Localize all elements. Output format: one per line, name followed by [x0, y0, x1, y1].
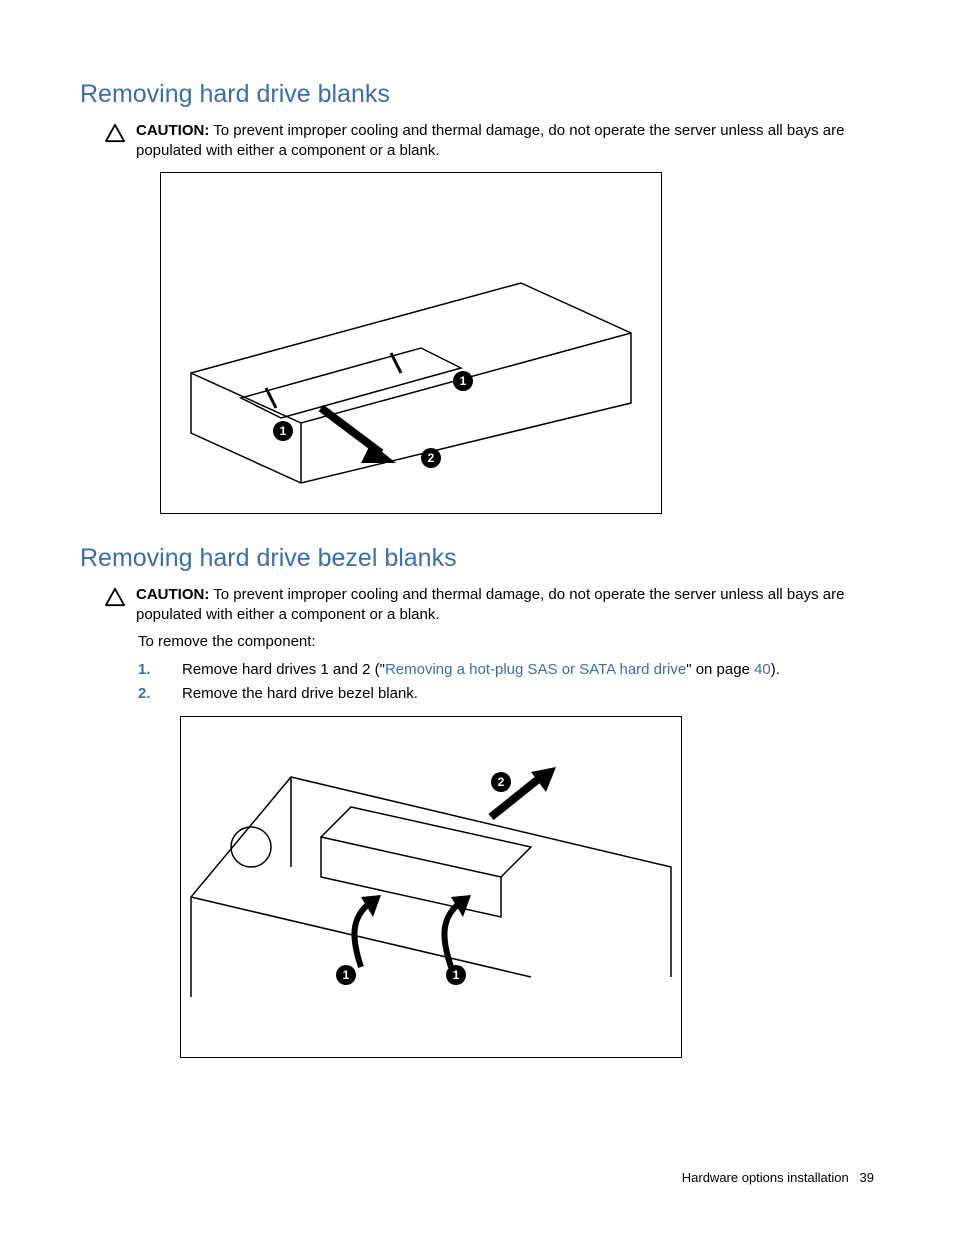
caution-icon [104, 585, 126, 613]
callout-1b: 1 [453, 371, 473, 391]
server-illustration-2 [181, 717, 681, 1057]
intro-text: To remove the component: [138, 633, 874, 650]
figure-remove-bezel-blanks: 1 1 2 [180, 716, 682, 1058]
xref-page[interactable]: 40 [754, 661, 771, 678]
step-text: Remove the hard drive bezel blank. [182, 685, 418, 702]
caution-block-2: CAUTION: To prevent improper cooling and… [104, 585, 874, 626]
step-text-mid: " on page [686, 661, 754, 678]
caution-text-2: CAUTION: To prevent improper cooling and… [126, 585, 874, 626]
callout-2: 2 [421, 448, 441, 468]
callout-1a: 1 [336, 965, 356, 985]
caution-icon [104, 121, 126, 149]
step-1: Remove hard drives 1 and 2 ("Removing a … [138, 658, 874, 682]
callout-2: 2 [491, 772, 511, 792]
page-footer: Hardware options installation 39 [682, 1170, 874, 1185]
steps-list: Remove hard drives 1 and 2 ("Removing a … [138, 658, 874, 706]
caution-text-1: CAUTION: To prevent improper cooling and… [126, 121, 874, 162]
step-text-pre: Remove hard drives 1 and 2 (" [182, 661, 385, 678]
server-illustration-1 [161, 173, 661, 513]
footer-section: Hardware options installation [682, 1170, 849, 1185]
callout-1b: 1 [446, 965, 466, 985]
xref-link[interactable]: Removing a hot-plug SAS or SATA hard dri… [385, 661, 686, 678]
caution-label: CAUTION: [136, 122, 209, 139]
caution-body: To prevent improper cooling and thermal … [136, 122, 844, 159]
step-2: Remove the hard drive bezel blank. [138, 682, 874, 706]
step-text-post: ). [771, 661, 780, 678]
footer-page-number: 39 [860, 1170, 874, 1185]
callout-1a: 1 [273, 421, 293, 441]
caution-body: To prevent improper cooling and thermal … [136, 586, 844, 623]
figure-remove-blanks: 1 1 2 [160, 172, 662, 514]
caution-block-1: CAUTION: To prevent improper cooling and… [104, 121, 874, 162]
caution-label: CAUTION: [136, 586, 209, 603]
heading-removing-blanks: Removing hard drive blanks [80, 80, 874, 109]
heading-removing-bezel-blanks: Removing hard drive bezel blanks [80, 544, 874, 573]
page-container: Removing hard drive blanks CAUTION: To p… [0, 0, 954, 1235]
